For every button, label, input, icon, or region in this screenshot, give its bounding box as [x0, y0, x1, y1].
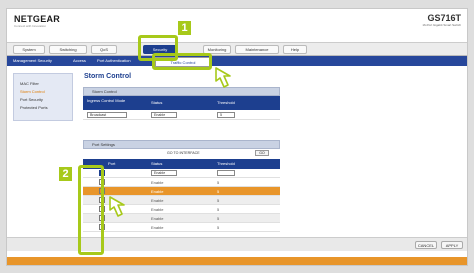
apply-button[interactable]: APPLY — [441, 241, 463, 249]
left-navigation: MAC Filter Storm Control Port Security P… — [13, 73, 73, 121]
storm-panel-title: Storm Control — [92, 89, 117, 94]
table-row[interactable]: Enable 5 — [83, 223, 280, 232]
leftnav-port-security[interactable]: Port Security — [20, 97, 43, 102]
main-tabs: System Switching QoS Security Monitoring… — [7, 42, 467, 56]
leftnav-protected-ports[interactable]: Protected Ports — [20, 105, 48, 110]
port-threshold-input[interactable] — [217, 170, 235, 176]
col-port-threshold: Threshold — [217, 161, 235, 166]
row-threshold: 5 — [217, 198, 220, 203]
pointer-arrow-icon — [109, 196, 125, 217]
port-table-header: Port Status Threshold — [83, 159, 280, 169]
row-threshold: 5 — [217, 207, 220, 212]
model-name: GS716T — [427, 13, 461, 23]
port-status-select[interactable]: Enable — [151, 170, 177, 176]
logo-tagline: Connect with Innovation — [14, 24, 47, 28]
storm-status-select[interactable]: Enable — [151, 112, 177, 118]
row-status: Enable — [151, 216, 164, 221]
footer-bar — [7, 257, 467, 265]
callout-checkbox-column-highlight — [78, 165, 104, 255]
sub-navigation: Management Security Access Port Authenti… — [7, 56, 467, 66]
subnav-port-authentication[interactable]: Port Authentication — [97, 58, 131, 63]
row-status: Enable — [151, 180, 164, 185]
col-threshold: Threshold — [217, 100, 235, 105]
callout-badge-2: 2 — [59, 167, 72, 181]
col-port-status: Status — [151, 161, 163, 166]
netgear-logo: NETGEAR — [14, 14, 61, 24]
row-status: Enable — [151, 189, 164, 194]
model-description: 16-Port Gigabit Smart Switch — [422, 23, 461, 27]
storm-values-row: Broadcast Enable 5 — [83, 110, 280, 120]
subnav-access[interactable]: Access — [73, 58, 86, 63]
switch-admin-window: NETGEAR Connect with Innovation GS716T 1… — [6, 8, 468, 266]
action-bar: CANCEL APPLY — [7, 237, 467, 251]
col-ingress-mode: Ingress Control Mode — [87, 98, 126, 103]
go-button[interactable]: GO — [255, 150, 269, 156]
go-to-interface-label: GO TO INTERFACE — [167, 151, 200, 155]
storm-threshold-input[interactable]: 5 — [217, 112, 235, 118]
tab-system[interactable]: System — [13, 45, 45, 54]
col-status: Status — [151, 100, 163, 105]
storm-panel-header: Storm Control — [83, 87, 280, 96]
callout-traffic-control-highlight — [152, 53, 212, 70]
row-status: Enable — [151, 198, 164, 203]
col-port: Port — [108, 161, 116, 166]
row-threshold: 5 — [217, 180, 220, 185]
header: NETGEAR Connect with Innovation GS716T 1… — [7, 9, 467, 36]
leftnav-mac-filter[interactable]: MAC Filter — [20, 81, 39, 86]
cancel-button[interactable]: CANCEL — [415, 241, 437, 249]
tab-qos[interactable]: QoS — [91, 45, 117, 54]
tab-switching[interactable]: Switching — [49, 45, 87, 54]
port-panel-title: Port Settings — [92, 142, 115, 147]
tab-maintenance[interactable]: Maintenance — [235, 45, 279, 54]
pointer-arrow-icon — [215, 67, 231, 88]
ingress-mode-select[interactable]: Broadcast — [87, 112, 127, 118]
page-title: Storm Control — [84, 73, 132, 80]
port-panel-header: Port Settings — [83, 140, 280, 149]
row-threshold: 5 — [217, 189, 220, 194]
storm-table-header: Ingress Control Mode Status Threshold — [83, 96, 280, 110]
row-threshold: 5 — [217, 216, 220, 221]
port-edit-row: Enable — [83, 169, 280, 178]
row-status: Enable — [151, 225, 164, 230]
row-status: Enable — [151, 207, 164, 212]
tab-help[interactable]: Help — [283, 45, 307, 54]
row-threshold: 5 — [217, 225, 220, 230]
subnav-management-security[interactable]: Management Security — [13, 58, 52, 63]
leftnav-storm-control[interactable]: Storm Control — [20, 89, 45, 94]
callout-badge-1: 1 — [178, 21, 191, 35]
table-row[interactable]: Enable 5 — [83, 178, 280, 187]
